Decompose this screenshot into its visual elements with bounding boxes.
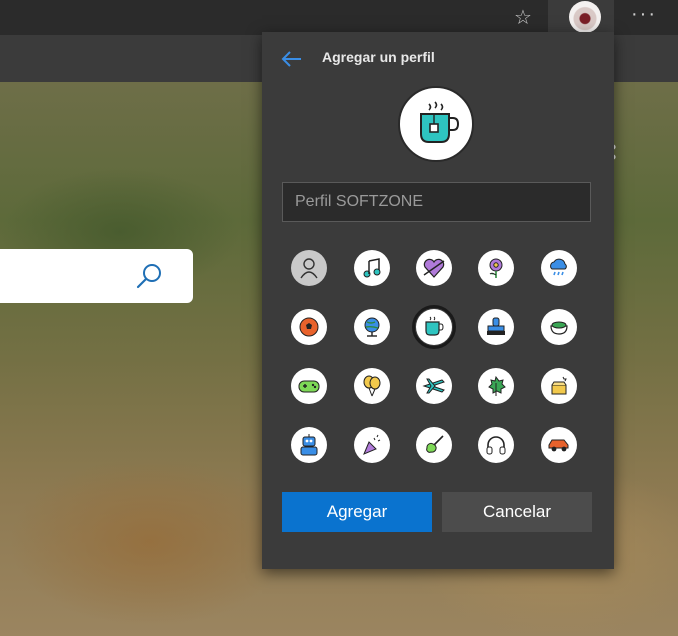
avatar-option-party[interactable]: [354, 427, 390, 463]
selected-avatar: [398, 86, 474, 162]
avatar-option-cloud[interactable]: [541, 250, 577, 286]
avatar-option-globe[interactable]: [354, 309, 390, 345]
airplane-icon: [422, 378, 445, 394]
avatar-option-headphones[interactable]: [478, 427, 514, 463]
person-icon: [300, 258, 318, 279]
avatar-option-robot[interactable]: [291, 427, 327, 463]
tea-cup-icon: [420, 101, 460, 143]
avatar-option-balloons[interactable]: [354, 368, 390, 404]
tea-cup-icon: [425, 316, 444, 336]
car-icon: [548, 439, 569, 452]
avatar-option-gamepad[interactable]: [291, 368, 327, 404]
rain-cloud-icon: [550, 258, 567, 276]
stamp-icon: [487, 317, 505, 335]
panel-title: Agregar un perfil: [322, 49, 435, 65]
leaf-icon: [488, 375, 506, 396]
avatar-option-guitar[interactable]: [416, 427, 452, 463]
avatar-option-heart[interactable]: [416, 250, 452, 286]
globe-icon: [364, 317, 380, 337]
gift-box-icon: [551, 376, 567, 395]
heart-arrow-icon: [423, 258, 445, 278]
robot-icon: [300, 434, 318, 456]
balloons-icon: [363, 375, 381, 397]
avatar-grid: [289, 246, 589, 466]
guitar-icon: [426, 435, 444, 453]
avatar-option-plane[interactable]: [416, 368, 452, 404]
arrow-left-icon[interactable]: [280, 47, 304, 71]
avatar-option-person[interactable]: [291, 250, 327, 286]
bowl-icon: [550, 321, 568, 335]
avatar-option-gift[interactable]: [541, 368, 577, 404]
flower-icon: [489, 258, 503, 278]
add-profile-panel: Agregar un perfil Perfil SOFTZONE Agrega…: [262, 32, 614, 569]
gamepad-icon: [298, 380, 320, 393]
avatar-option-tea[interactable]: [412, 305, 456, 349]
party-popper-icon: [363, 434, 381, 455]
browser-toolbar: ☆ ···: [0, 0, 678, 35]
music-note-icon: [363, 258, 381, 278]
avatar-option-flower[interactable]: [478, 250, 514, 286]
profile-name-field[interactable]: [282, 182, 591, 222]
avatar-option-music[interactable]: [354, 250, 390, 286]
star-outline-icon[interactable]: ☆: [511, 5, 535, 29]
search-box[interactable]: [0, 249, 193, 303]
avatar-option-leaf[interactable]: [478, 368, 514, 404]
soccer-ball-icon: [299, 317, 319, 337]
avatar-option-stamp[interactable]: [478, 309, 514, 345]
avatar-option-car[interactable]: [541, 427, 577, 463]
add-button[interactable]: Agregar: [282, 492, 432, 532]
profile-avatar-icon[interactable]: [569, 1, 601, 33]
avatar-option-bowl[interactable]: [541, 309, 577, 345]
headphones-icon: [486, 436, 506, 455]
search-icon[interactable]: [134, 262, 164, 290]
cancel-button[interactable]: Cancelar: [442, 492, 592, 532]
more-options-button[interactable]: ···: [626, 3, 662, 29]
avatar-option-ball[interactable]: [291, 309, 327, 345]
